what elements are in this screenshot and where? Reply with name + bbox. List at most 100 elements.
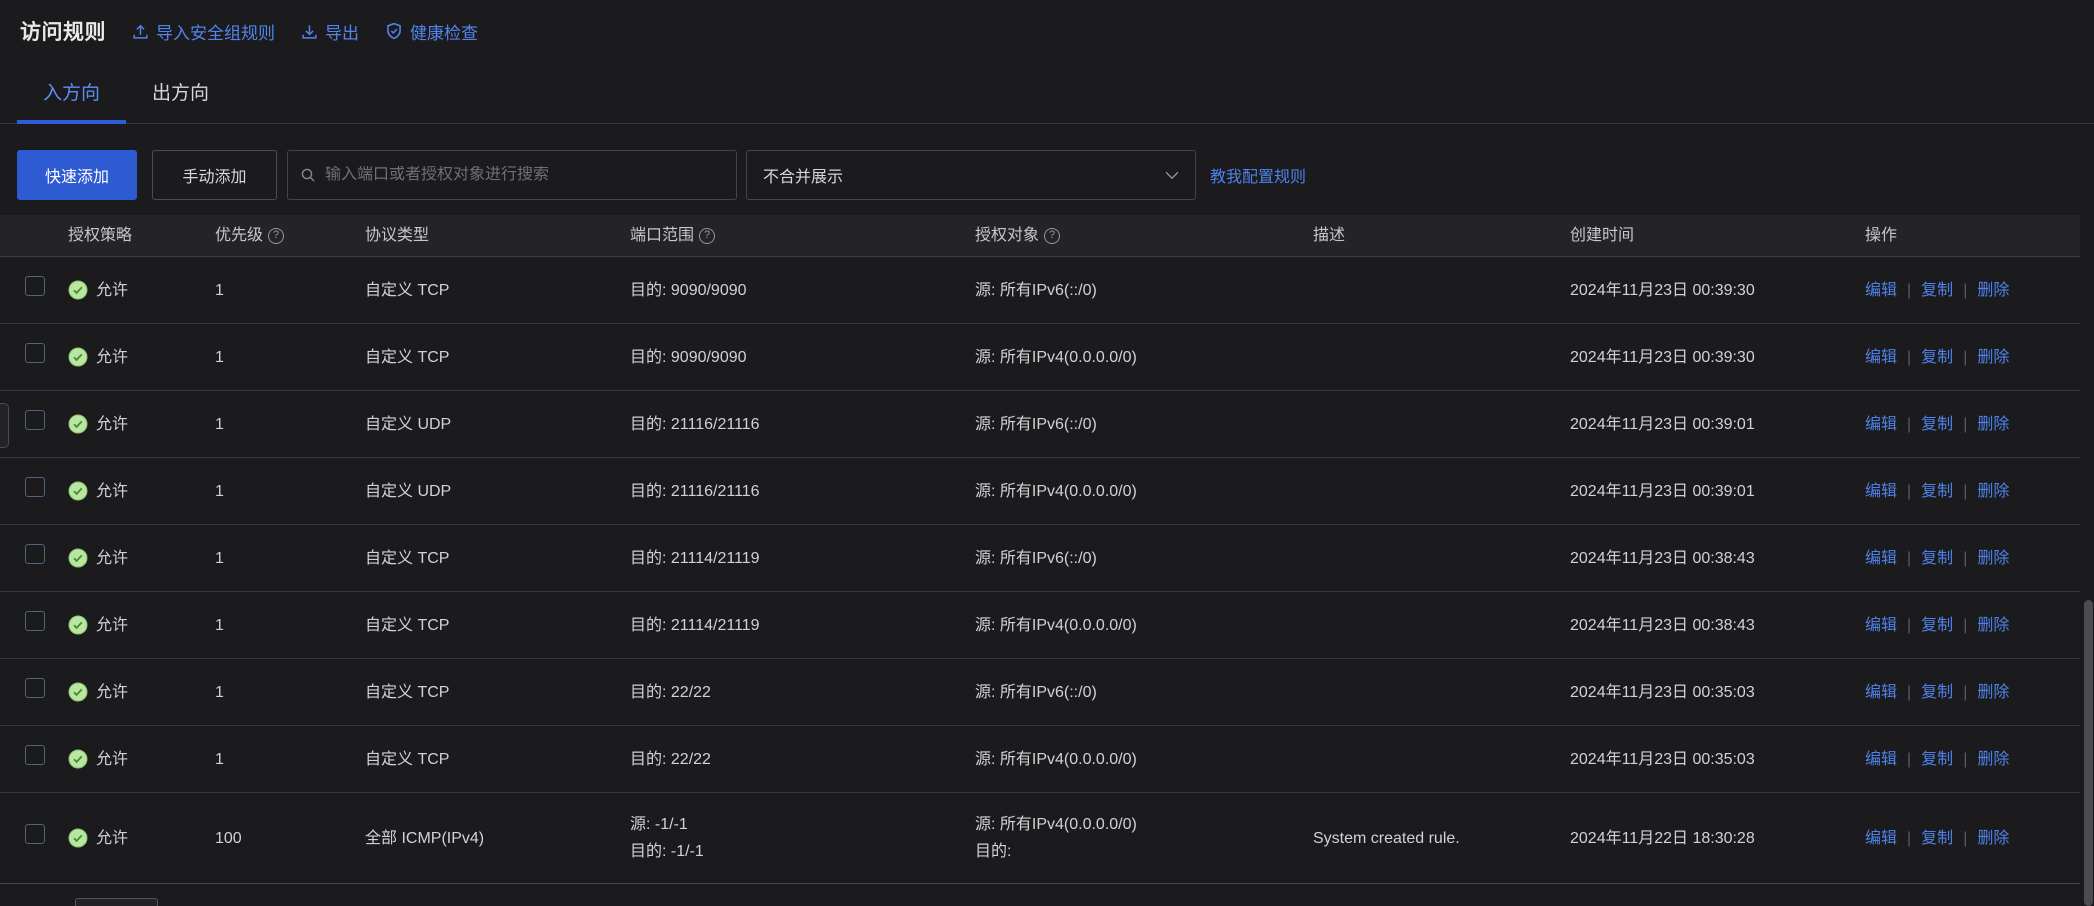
row-checkbox[interactable] xyxy=(25,544,45,564)
allow-check-icon xyxy=(68,682,88,702)
action-separator: | xyxy=(1907,612,1911,639)
actions-cell: 编辑 | 复制 | 删除 xyxy=(1850,746,2080,773)
port-range-line: 目的: 9090/9090 xyxy=(630,344,960,371)
row-checkbox[interactable] xyxy=(25,477,45,497)
delete-link[interactable]: 删除 xyxy=(1977,746,2009,773)
table-row: 允许 1 自定义 TCP 目的: 9090/9090 源: 所有IPv4(0.0… xyxy=(0,324,2080,391)
port-range-line: 目的: 21116/21116 xyxy=(630,478,960,505)
edit-link[interactable]: 编辑 xyxy=(1865,545,1897,572)
upload-icon xyxy=(132,23,149,40)
health-check-link[interactable]: 健康检查 xyxy=(385,19,478,44)
column-created-time: 创建时间 xyxy=(1555,222,1850,249)
search-input[interactable] xyxy=(325,166,724,184)
delete-link[interactable]: 删除 xyxy=(1977,612,2009,639)
direction-tabs: 入方向 出方向 xyxy=(0,56,2094,124)
column-protocol-label: 协议类型 xyxy=(365,222,429,249)
manual-add-button[interactable]: 手动添加 xyxy=(152,150,277,200)
created-time-value: 2024年11月23日 00:35:03 xyxy=(1555,679,1850,706)
actions-cell: 编辑 | 复制 | 删除 xyxy=(1850,277,2080,304)
delete-link[interactable]: 删除 xyxy=(1977,545,2009,572)
auth-object-cell: 源: 所有IPv6(::/0) xyxy=(960,679,1298,706)
action-separator: | xyxy=(1963,478,1967,505)
created-time-value: 2024年11月22日 18:30:28 xyxy=(1555,825,1850,852)
tab-outbound[interactable]: 出方向 xyxy=(126,78,235,123)
row-checkbox[interactable] xyxy=(25,678,45,698)
quick-add-button[interactable]: 快速添加 xyxy=(17,150,137,200)
display-mode-select[interactable]: 不合并展示 xyxy=(746,150,1196,200)
page-title: 访问规则 xyxy=(20,16,106,46)
copy-link[interactable]: 复制 xyxy=(1921,679,1953,706)
column-port-range-label: 端口范围 xyxy=(630,222,694,249)
action-separator: | xyxy=(1907,344,1911,371)
actions-cell: 编辑 | 复制 | 删除 xyxy=(1850,825,2080,852)
auth-object-help-icon[interactable] xyxy=(1044,228,1060,244)
left-drawer-handle[interactable] xyxy=(0,403,9,448)
delete-link[interactable]: 删除 xyxy=(1977,277,2009,304)
action-separator: | xyxy=(1963,344,1967,371)
row-checkbox[interactable] xyxy=(25,611,45,631)
scrollbar-thumb[interactable] xyxy=(2084,600,2093,906)
auth-object-line: 源: 所有IPv4(0.0.0.0/0) xyxy=(975,746,1298,773)
page-header: 访问规则 导入安全组规则 导出 健 xyxy=(0,0,2094,56)
copy-link[interactable]: 复制 xyxy=(1921,545,1953,572)
column-policy: 授权策略 xyxy=(56,222,200,249)
action-separator: | xyxy=(1963,411,1967,438)
delete-link[interactable]: 删除 xyxy=(1977,344,2009,371)
protocol-value: 自定义 TCP xyxy=(350,679,615,706)
protocol-value: 自定义 TCP xyxy=(350,545,615,572)
row-checkbox[interactable] xyxy=(25,410,45,430)
edit-link[interactable]: 编辑 xyxy=(1865,478,1897,505)
row-checkbox[interactable] xyxy=(25,745,45,765)
column-created-time-label: 创建时间 xyxy=(1570,222,1634,249)
port-range-help-icon[interactable] xyxy=(699,228,715,244)
copy-link[interactable]: 复制 xyxy=(1921,612,1953,639)
auth-object-cell: 源: 所有IPv4(0.0.0.0/0)目的: xyxy=(960,811,1298,865)
row-checkbox[interactable] xyxy=(25,343,45,363)
checkbox-cell xyxy=(0,343,56,372)
edit-link[interactable]: 编辑 xyxy=(1865,411,1897,438)
port-range-line: 源: -1/-1 xyxy=(630,811,960,838)
copy-link[interactable]: 复制 xyxy=(1921,825,1953,852)
table-row: 允许 1 自定义 UDP 目的: 21116/21116 源: 所有IPv4(0… xyxy=(0,458,2080,525)
copy-link[interactable]: 复制 xyxy=(1921,478,1953,505)
priority-value: 1 xyxy=(200,612,350,639)
edit-link[interactable]: 编辑 xyxy=(1865,679,1897,706)
edit-link[interactable]: 编辑 xyxy=(1865,344,1897,371)
delete-link[interactable]: 删除 xyxy=(1977,478,2009,505)
vertical-scrollbar[interactable] xyxy=(2082,216,2094,906)
port-range-cell: 目的: 22/22 xyxy=(615,746,960,773)
batch-action-button[interactable] xyxy=(75,898,158,906)
edit-link[interactable]: 编辑 xyxy=(1865,746,1897,773)
edit-link[interactable]: 编辑 xyxy=(1865,612,1897,639)
edit-link[interactable]: 编辑 xyxy=(1865,825,1897,852)
allow-check-icon xyxy=(68,615,88,635)
policy-cell: 允许 xyxy=(56,478,200,505)
tab-inbound[interactable]: 入方向 xyxy=(17,78,126,123)
policy-cell: 允许 xyxy=(56,679,200,706)
column-priority: 优先级 xyxy=(200,222,350,249)
row-checkbox[interactable] xyxy=(25,276,45,296)
row-checkbox[interactable] xyxy=(25,824,45,844)
created-time-value: 2024年11月23日 00:35:03 xyxy=(1555,746,1850,773)
edit-link[interactable]: 编辑 xyxy=(1865,277,1897,304)
export-link[interactable]: 导出 xyxy=(301,19,359,44)
configure-rules-help-link[interactable]: 教我配置规则 xyxy=(1210,163,1306,187)
copy-link[interactable]: 复制 xyxy=(1921,344,1953,371)
copy-link[interactable]: 复制 xyxy=(1921,746,1953,773)
column-actions-label: 操作 xyxy=(1865,222,1897,249)
port-range-cell: 目的: 9090/9090 xyxy=(615,344,960,371)
delete-link[interactable]: 删除 xyxy=(1977,679,2009,706)
priority-help-icon[interactable] xyxy=(268,228,284,244)
copy-link[interactable]: 复制 xyxy=(1921,411,1953,438)
action-separator: | xyxy=(1907,277,1911,304)
import-rules-link[interactable]: 导入安全组规则 xyxy=(132,19,275,44)
protocol-value: 自定义 TCP xyxy=(350,277,615,304)
policy-cell: 允许 xyxy=(56,545,200,572)
priority-value: 1 xyxy=(200,478,350,505)
created-time-value: 2024年11月23日 00:39:30 xyxy=(1555,344,1850,371)
action-separator: | xyxy=(1907,746,1911,773)
delete-link[interactable]: 删除 xyxy=(1977,411,2009,438)
auth-object-cell: 源: 所有IPv4(0.0.0.0/0) xyxy=(960,478,1298,505)
copy-link[interactable]: 复制 xyxy=(1921,277,1953,304)
delete-link[interactable]: 删除 xyxy=(1977,825,2009,852)
